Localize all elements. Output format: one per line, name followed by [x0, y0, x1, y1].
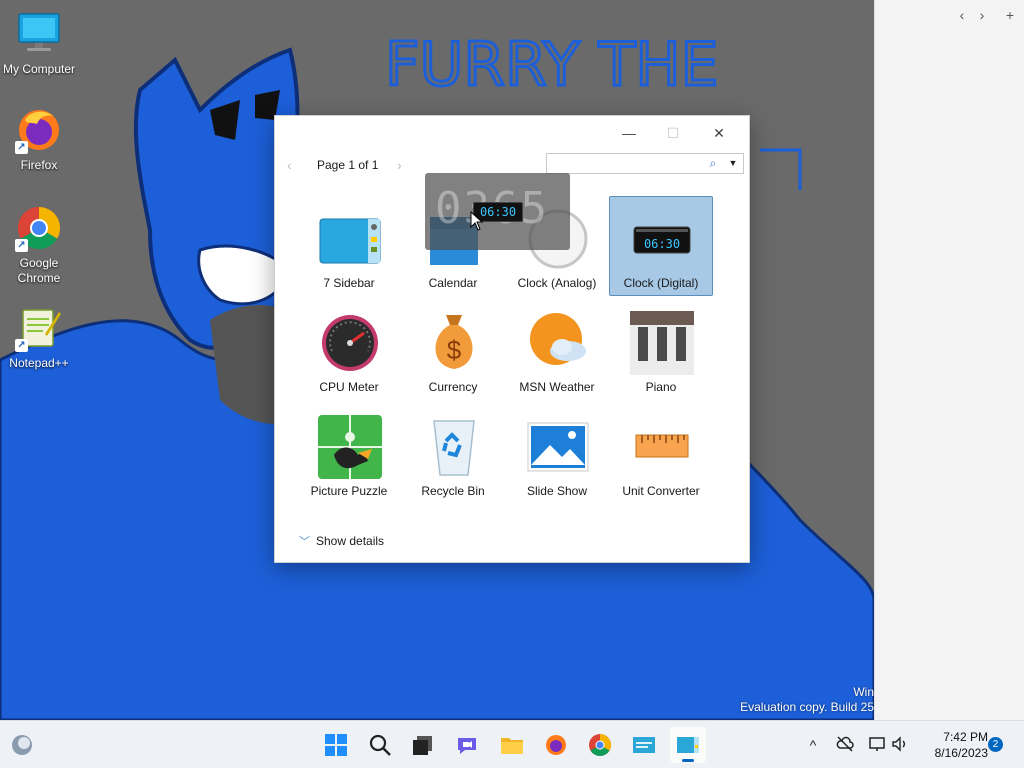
chat-icon [458, 738, 476, 754]
taskbar-search-button[interactable] [362, 727, 398, 763]
gadget-gallery-taskbar-button[interactable] [670, 727, 706, 763]
gadget-slide-show[interactable]: Slide Show [505, 404, 609, 504]
computer-icon [15, 10, 63, 58]
gadget-name: Calendar [428, 276, 478, 290]
sidebar-add-button[interactable]: + [1001, 6, 1019, 24]
desktop-icon-label: Notepad++ [9, 356, 69, 370]
task-view-button[interactable] [405, 727, 441, 763]
gadget-piano[interactable]: Piano [609, 300, 713, 400]
gadget-recycle-bin[interactable]: Recycle Bin [401, 404, 505, 504]
chat-button[interactable] [449, 727, 485, 763]
digital-clock-time: 06:30 [643, 237, 681, 251]
mouse-cursor-icon [470, 211, 484, 231]
gadgets-icon [633, 737, 655, 753]
piano-icon [630, 311, 694, 375]
show-hidden-icons-button[interactable]: ^ [803, 735, 823, 755]
watermark-line-2: Evaluation copy. Build 25 [740, 700, 874, 714]
task-view-icon [413, 736, 432, 755]
widgets-button[interactable] [4, 727, 40, 763]
gadget-gallery-icon [677, 737, 699, 753]
next-page-button[interactable]: › [397, 156, 402, 174]
minimize-button[interactable]: — [607, 120, 651, 146]
notepad-plus-plus-icon: ↗ [15, 304, 63, 352]
currency-icon: $ [435, 315, 473, 369]
watermark-line-1: Win [853, 685, 874, 699]
recycle-bin-icon [433, 420, 475, 476]
shortcut-arrow-icon: ↗ [15, 141, 28, 154]
desktop-icon-notepad-plus-plus[interactable]: ↗ Notepad++ [1, 304, 77, 371]
show-details-label: Show details [316, 534, 385, 548]
chevron-down-icon: ﹀ [299, 536, 310, 548]
search-box: ⌕ ▼ [546, 153, 744, 174]
gadget-clock-digital[interactable]: 06:30 Clock (Digital) [609, 196, 713, 296]
cpu-meter-icon [322, 315, 378, 371]
gadget-name: Clock (Analog) [517, 276, 597, 290]
firefox-icon: ↗ [15, 106, 63, 154]
desktop-icon-label: My Computer [2, 62, 76, 76]
gadget-cpu-meter[interactable]: CPU Meter [297, 300, 401, 400]
file-explorer-icon [501, 738, 523, 754]
gadget-name: Currency [428, 380, 478, 394]
gadget-name: Recycle Bin [421, 484, 485, 498]
page-label: Page 1 of 1 [317, 158, 379, 172]
gadget-name: Piano [645, 380, 677, 394]
sidebar-forward-button[interactable]: › [973, 6, 991, 24]
taskbar: ^ 7:42 PM 8/16/2023 2 [0, 720, 1024, 768]
dragged-gadget-preview: 0365 06:30 [425, 173, 570, 250]
firefox-taskbar-button[interactable] [538, 727, 574, 763]
gadget-name: Picture Puzzle [310, 484, 388, 498]
maximize-button[interactable]: ☐ [651, 120, 695, 146]
onedrive-icon[interactable] [835, 735, 855, 755]
chrome-icon [589, 734, 611, 756]
desktop-icon-label: Firefox [20, 158, 58, 172]
svg-text:$: $ [447, 335, 462, 365]
widgets-icon [12, 735, 32, 755]
chrome-taskbar-button[interactable] [582, 727, 618, 763]
gadget-currency[interactable]: $ Currency [401, 300, 505, 400]
gadget-name: 7 Sidebar [323, 276, 375, 290]
network-icon[interactable] [867, 735, 887, 755]
sidebar-back-button[interactable]: ‹ [953, 6, 971, 24]
gadgets-taskbar-button[interactable] [626, 727, 662, 763]
clock-date: 8/16/2023 [934, 746, 988, 760]
unit-converter-icon [635, 434, 689, 458]
gadget-name: Clock (Digital) [623, 276, 699, 290]
taskbar-clock[interactable]: 7:42 PM 8/16/2023 [918, 729, 988, 761]
gadget-picture-puzzle[interactable]: Picture Puzzle [297, 404, 401, 504]
slide-show-icon [527, 422, 589, 472]
file-explorer-button[interactable] [494, 727, 530, 763]
gadget-name: Unit Converter [622, 484, 700, 498]
gadget-msn-weather[interactable]: MSN Weather [505, 300, 609, 400]
close-button[interactable]: ✕ [697, 120, 741, 146]
gadget-unit-converter[interactable]: Unit Converter [609, 404, 713, 504]
weather-icon [530, 313, 586, 365]
wallpaper-text: FURRY THE [385, 30, 718, 100]
volume-icon[interactable] [890, 735, 910, 755]
shortcut-arrow-icon: ↗ [15, 339, 28, 352]
chrome-icon: ↗ [15, 204, 63, 252]
gadget-7-sidebar[interactable]: 7 Sidebar [297, 196, 401, 296]
desktop-icon-label: Google Chrome [17, 256, 61, 285]
firefox-icon [546, 735, 566, 755]
gadget-sidebar-panel: ‹ › + [874, 0, 1024, 720]
desktop-icon-my-computer[interactable]: My Computer [1, 10, 77, 77]
search-icon [369, 734, 391, 756]
picture-puzzle-icon [318, 415, 382, 479]
notification-badge[interactable]: 2 [988, 737, 1003, 752]
gadget-name: Slide Show [526, 484, 588, 498]
gadget-name: CPU Meter [319, 380, 379, 394]
search-input[interactable] [549, 155, 705, 172]
search-dropdown-button[interactable]: ▼ [727, 155, 739, 172]
gadget-name: MSN Weather [519, 380, 595, 394]
sidebar-icon [319, 218, 381, 264]
start-icon [325, 734, 347, 756]
start-button[interactable] [318, 727, 354, 763]
desktop-icon-google-chrome[interactable]: ↗ Google Chrome [1, 204, 77, 286]
clock-time: 7:42 PM [943, 730, 988, 744]
show-details-toggle[interactable]: ﹀ Show details [299, 534, 384, 549]
previous-page-button[interactable]: ‹ [287, 156, 292, 174]
search-icon[interactable]: ⌕ [705, 155, 721, 172]
shortcut-arrow-icon: ↗ [15, 239, 28, 252]
desktop-icon-firefox[interactable]: ↗ Firefox [1, 106, 77, 173]
